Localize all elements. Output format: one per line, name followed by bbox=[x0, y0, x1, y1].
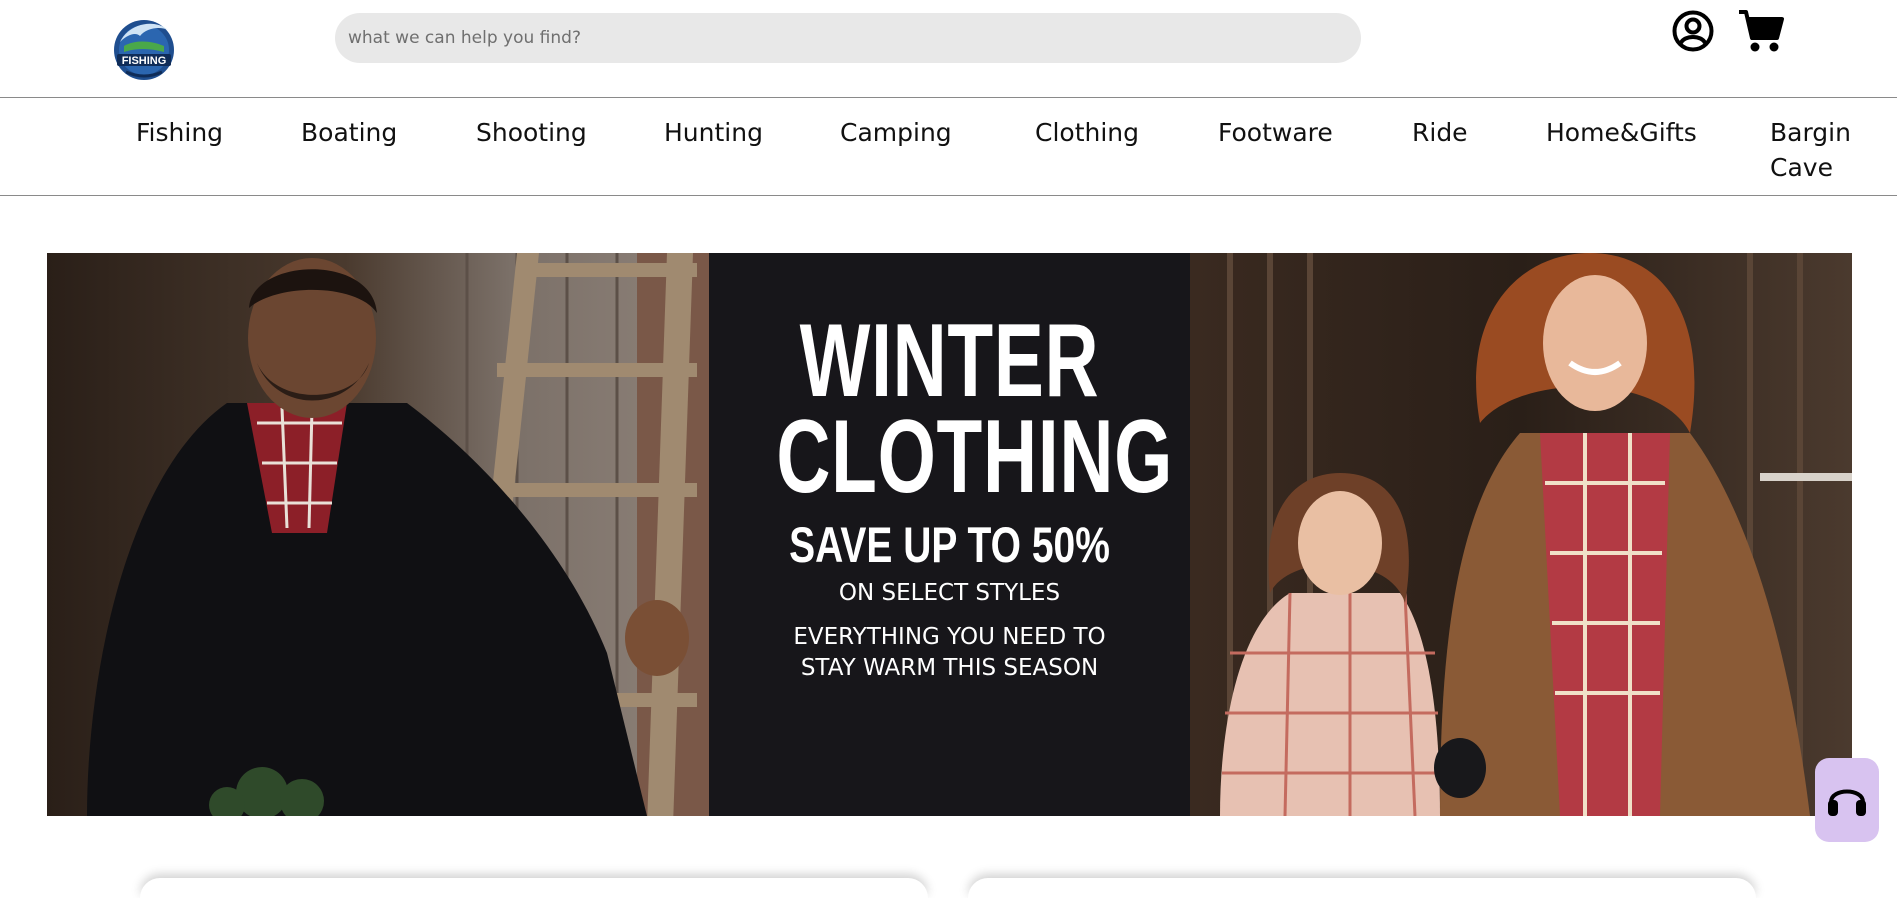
hero-headline: SAVE UP TO 50% bbox=[789, 517, 1110, 573]
hero-image-man bbox=[47, 253, 709, 816]
nav-item-ride[interactable]: Ride bbox=[1412, 115, 1468, 150]
hero-subline: ON SELECT STYLES bbox=[838, 580, 1061, 606]
nav-item-footware[interactable]: Footware bbox=[1218, 115, 1333, 150]
hero-tagline: EVERYTHING YOU NEED TO STAY WARM THIS SE… bbox=[793, 624, 1106, 681]
nav-item-home-gifts[interactable]: Home&Gifts bbox=[1546, 115, 1697, 150]
nav-item-boating[interactable]: Boating bbox=[301, 115, 397, 150]
nav-item-shooting[interactable]: Shooting bbox=[476, 115, 587, 150]
nav-item-clothing[interactable]: Clothing bbox=[1035, 115, 1139, 150]
nav-item-hunting[interactable]: Hunting bbox=[664, 115, 763, 150]
fishing-logo-icon[interactable]: FISHING bbox=[106, 12, 182, 82]
content-card bbox=[140, 878, 928, 898]
category-nav: Fishing Boating Shooting Hunting Camping… bbox=[0, 98, 1897, 196]
nav-item-fishing[interactable]: Fishing bbox=[136, 115, 223, 150]
svg-text:FISHING: FISHING bbox=[122, 55, 167, 67]
hero-banner[interactable]: WINTER CLOTHING SAVE UP TO 50% ON SELECT… bbox=[47, 253, 1852, 816]
site-header: FISHING bbox=[0, 0, 1897, 98]
hero-title-line-2: CLOTHING bbox=[776, 399, 1174, 515]
nav-item-bargin-cave[interactable]: Bargin Cave bbox=[1770, 115, 1860, 185]
hero-title-line-1: WINTER bbox=[799, 303, 1100, 419]
content-card bbox=[968, 878, 1756, 898]
account-icon[interactable] bbox=[1672, 10, 1714, 52]
support-chat-button[interactable] bbox=[1815, 758, 1879, 842]
cart-icon[interactable] bbox=[1737, 8, 1785, 54]
hero-image-woman-girl bbox=[1190, 253, 1852, 816]
hero-text-panel: WINTER CLOTHING SAVE UP TO 50% ON SELECT… bbox=[709, 253, 1190, 816]
search-input[interactable] bbox=[335, 13, 1361, 63]
nav-item-camping[interactable]: Camping bbox=[840, 115, 952, 150]
